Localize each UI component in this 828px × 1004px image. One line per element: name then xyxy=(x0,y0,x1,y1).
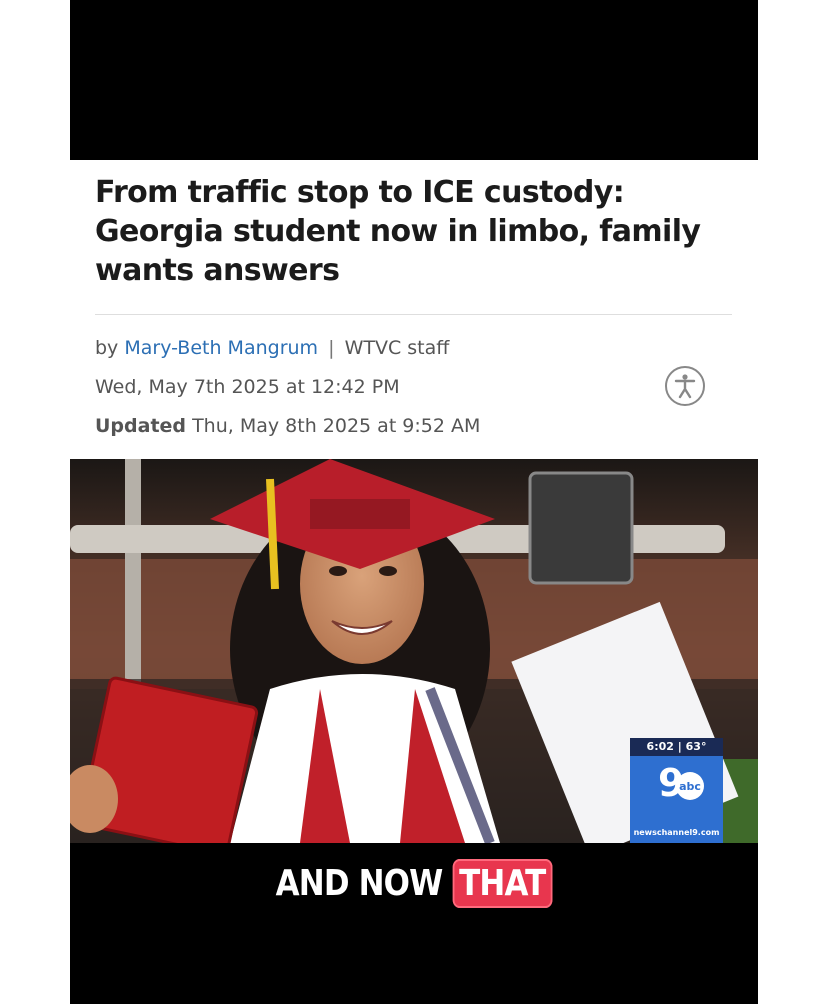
station-time-temp: 6:02 | 63° xyxy=(630,738,723,756)
broadcast-divider: | xyxy=(677,740,682,753)
byline-prefix: by xyxy=(95,337,119,359)
byline-separator: | xyxy=(328,337,335,359)
article-header: From traffic stop to ICE custody: Georgi… xyxy=(70,160,758,459)
updated-date: Thu, May 8th 2025 at 9:52 AM xyxy=(192,415,481,437)
caption-highlight: THAT xyxy=(452,859,553,908)
updated-label: Updated xyxy=(95,415,187,437)
broadcast-temperature: 63° xyxy=(685,740,707,753)
broadcast-time: 6:02 xyxy=(646,740,674,753)
abc-logo-icon: 9 abc xyxy=(658,761,704,805)
station-bug: 6:02 | 63° 9 abc newschannel9.com xyxy=(630,738,723,843)
network-name: abc xyxy=(679,780,701,793)
video-caption: AND NOW THAT xyxy=(118,859,710,908)
article-headline: From traffic stop to ICE custody: Georgi… xyxy=(95,175,701,288)
accessibility-icon[interactable] xyxy=(665,366,705,406)
top-black-band xyxy=(70,0,758,160)
caption-text: AND NOW xyxy=(275,863,453,904)
accessibility-glyph xyxy=(674,374,696,399)
published-date: Wed, May 7th 2025 at 12:42 PM xyxy=(95,376,400,398)
staff-label: WTVC staff xyxy=(344,337,450,359)
byline: by Mary-Beth Mangrum | WTVC staff xyxy=(95,337,449,359)
divider xyxy=(95,314,732,315)
author-link[interactable]: Mary-Beth Mangrum xyxy=(124,337,318,359)
video-frame: From traffic stop to ICE custody: Georgi… xyxy=(70,0,758,1004)
article-photo: 6:02 | 63° 9 abc newschannel9.com xyxy=(70,459,758,843)
station-url: newschannel9.com xyxy=(633,828,720,837)
station-logo: 9 abc newschannel9.com xyxy=(630,756,723,843)
updated-date-row: Updated Thu, May 8th 2025 at 9:52 AM xyxy=(95,415,480,437)
